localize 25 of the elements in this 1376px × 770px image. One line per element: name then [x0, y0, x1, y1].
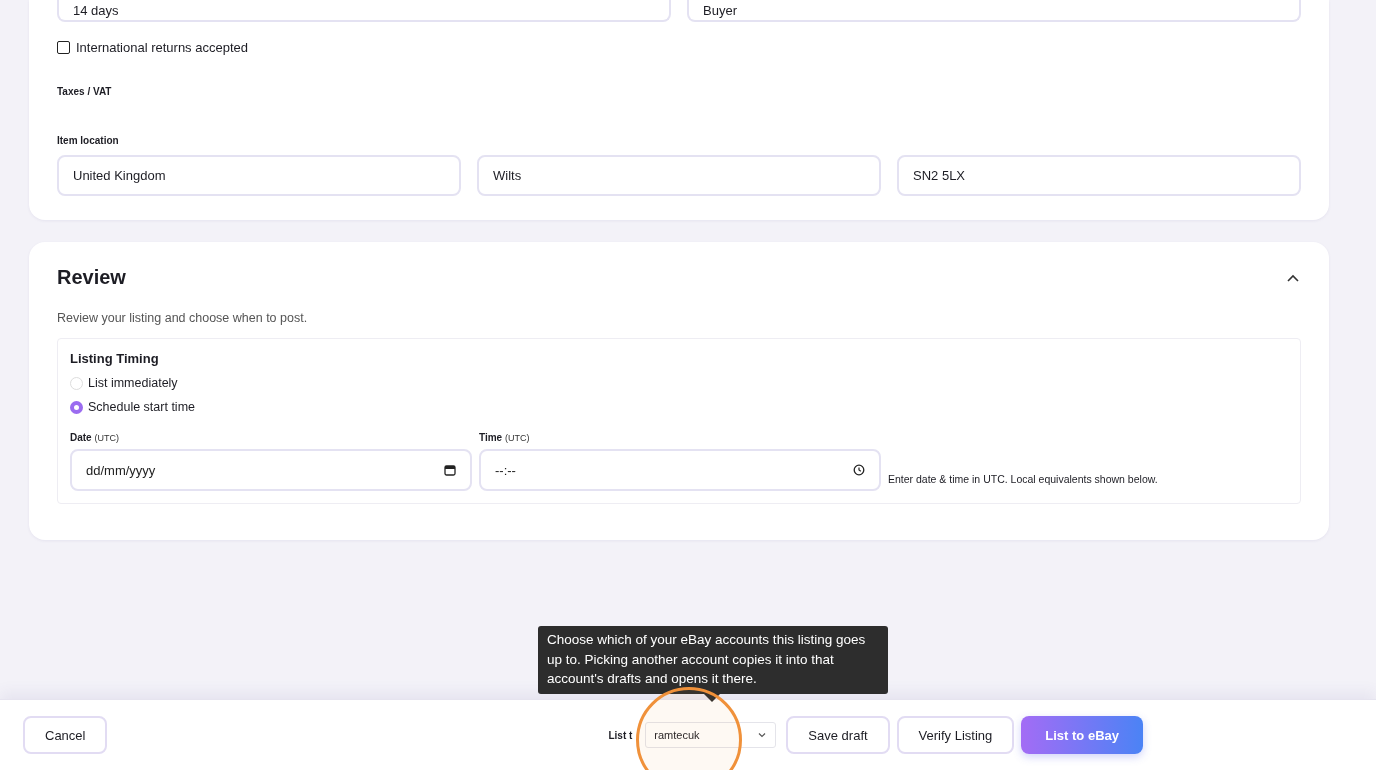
input-field[interactable]: United Kingdom — [57, 155, 461, 196]
cancel-button[interactable]: Cancel — [23, 716, 108, 754]
date-field[interactable]: dd/mm/yyyy — [70, 449, 472, 491]
input-field[interactable]: SN2 5LX — [897, 155, 1301, 196]
field-label: List t — [608, 729, 633, 741]
radio-label: Schedule start time — [88, 400, 195, 414]
account-dropdown[interactable]: ramtecuk — [645, 722, 777, 748]
list-button[interactable]: List to eBay — [1021, 716, 1143, 754]
radio-label: List immediately — [88, 376, 178, 390]
section-description: Review your listing and choose when to post. — [57, 311, 308, 325]
section-label: Taxes / VAT — [57, 86, 112, 97]
field-label: Item location — [57, 135, 119, 146]
input-field[interactable]: 14 days — [57, 0, 671, 22]
secondary-button[interactable]: Save draft — [786, 716, 890, 754]
checkbox-label: International returns accepted — [76, 40, 248, 55]
time-field[interactable]: --:-- — [479, 449, 881, 491]
panel-title: Listing Timing — [70, 351, 159, 366]
field-label: Date (UTC) — [70, 432, 120, 443]
hint-text: Enter date & time in UTC. Local equivalents shown below. — [888, 473, 1158, 485]
tooltip: Choose which of your eBay accounts this listing goes up to. Picking another account copies it into that account's drafts and opens it there. — [538, 626, 888, 694]
section-title: Review — [57, 266, 126, 289]
secondary-button[interactable]: Verify Listing — [896, 716, 1015, 754]
input-field[interactable]: Wilts — [477, 155, 881, 196]
input-field[interactable]: Buyer — [687, 0, 1301, 22]
field-label: Time (UTC) — [479, 432, 531, 443]
